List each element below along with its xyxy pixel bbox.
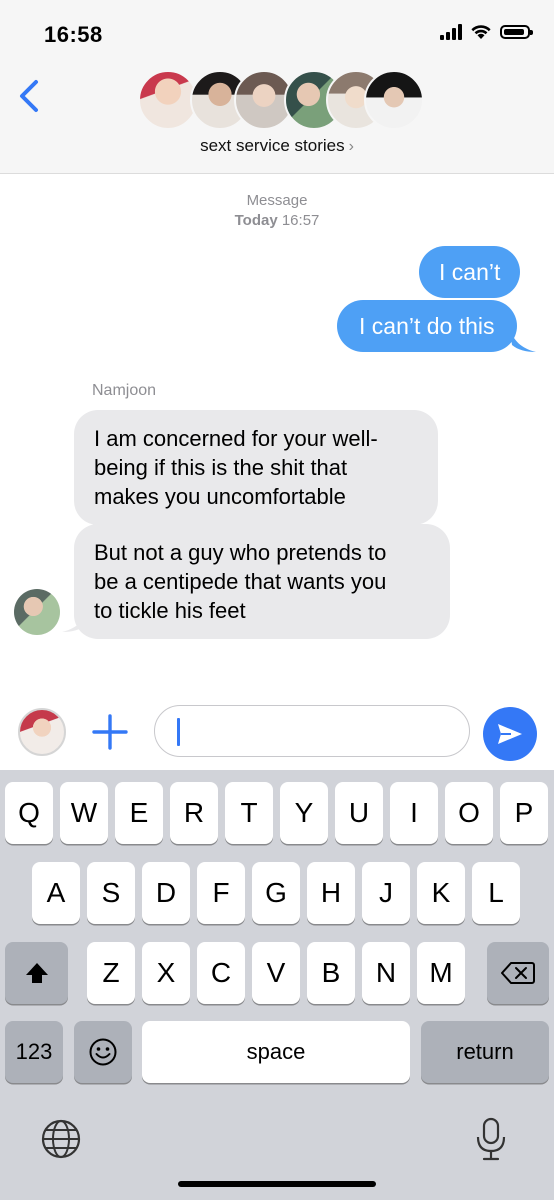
chevron-right-icon: › (348, 138, 354, 155)
message-line: I am concerned for your well- (94, 426, 378, 451)
shift-key[interactable] (5, 942, 68, 1004)
key-h[interactable]: H (307, 862, 355, 924)
globe-icon[interactable] (40, 1118, 82, 1160)
key-c[interactable]: C (197, 942, 245, 1004)
date-time: 16:57 (281, 212, 320, 229)
wifi-icon (471, 25, 491, 39)
plus-icon[interactable] (90, 712, 130, 752)
key-i[interactable]: I (390, 782, 438, 844)
key-w[interactable]: W (60, 782, 108, 844)
numbers-key[interactable]: 123 (5, 1021, 63, 1083)
status-time: 16:58 (44, 22, 103, 47)
shift-icon (25, 963, 48, 983)
received-message-bubble[interactable]: I am concerned for your well- being if t… (74, 410, 438, 525)
key-j[interactable]: J (362, 862, 410, 924)
key-s[interactable]: S (87, 862, 135, 924)
received-message-bubble[interactable]: But not a guy who pretends to be a centi… (74, 524, 450, 639)
sender-name: Namjoon (92, 382, 157, 399)
message-line: makes you uncomfortable (94, 484, 346, 509)
key-p[interactable]: P (500, 782, 548, 844)
key-x[interactable]: X (142, 942, 190, 1004)
key-d[interactable]: D (142, 862, 190, 924)
key-u[interactable]: U (335, 782, 383, 844)
key-t[interactable]: T (225, 782, 273, 844)
sent-message-bubble[interactable]: I can’t do this (337, 300, 517, 352)
key-z[interactable]: Z (87, 942, 135, 1004)
sender-avatar[interactable] (14, 589, 60, 635)
message-timestamp: Message Today 16:57 (0, 191, 554, 231)
send-button[interactable] (483, 707, 537, 761)
message-line: be a centipede that wants you (94, 569, 387, 594)
key-f[interactable]: F (197, 862, 245, 924)
message-line: being if this is the shit that (94, 455, 348, 480)
message-line: But not a guy who pretends to (94, 540, 387, 565)
emoji-key[interactable] (74, 1021, 132, 1083)
signal-icon (440, 24, 462, 40)
status-icons (440, 24, 533, 40)
message-line: to tickle his feet (94, 598, 246, 623)
key-e[interactable]: E (115, 782, 163, 844)
group-name[interactable]: sext service stories › (0, 136, 554, 156)
key-o[interactable]: O (445, 782, 493, 844)
text-cursor (177, 718, 180, 746)
conversation-header: 16:58 sext service stories › (0, 0, 554, 174)
home-indicator (178, 1181, 376, 1187)
send-arrow-icon (498, 724, 522, 744)
key-a[interactable]: A (32, 862, 80, 924)
battery-icon (500, 25, 533, 39)
group-name-label: sext service stories (200, 136, 345, 155)
key-v[interactable]: V (252, 942, 300, 1004)
backspace-icon (501, 962, 535, 984)
my-avatar[interactable] (18, 708, 66, 756)
space-key[interactable]: space (142, 1021, 410, 1083)
key-m[interactable]: M (417, 942, 465, 1004)
service-label: Message (246, 192, 308, 209)
key-r[interactable]: R (170, 782, 218, 844)
emoji-icon (89, 1038, 117, 1066)
key-q[interactable]: Q (5, 782, 53, 844)
key-l[interactable]: L (472, 862, 520, 924)
key-y[interactable]: Y (280, 782, 328, 844)
key-n[interactable]: N (362, 942, 410, 1004)
message-input[interactable] (154, 705, 470, 757)
back-chevron-icon[interactable] (14, 76, 44, 116)
participant-avatar (138, 70, 198, 130)
microphone-icon[interactable] (474, 1116, 508, 1162)
group-avatars[interactable] (138, 70, 424, 132)
key-b[interactable]: B (307, 942, 355, 1004)
bubble-tail (510, 330, 536, 352)
participant-avatar (364, 70, 424, 130)
bubble-tail (62, 610, 88, 632)
date-day: Today (234, 212, 278, 229)
backspace-key[interactable] (487, 942, 549, 1004)
key-g[interactable]: G (252, 862, 300, 924)
key-k[interactable]: K (417, 862, 465, 924)
sent-message-bubble[interactable]: I can’t (419, 246, 521, 298)
return-key[interactable]: return (421, 1021, 549, 1083)
